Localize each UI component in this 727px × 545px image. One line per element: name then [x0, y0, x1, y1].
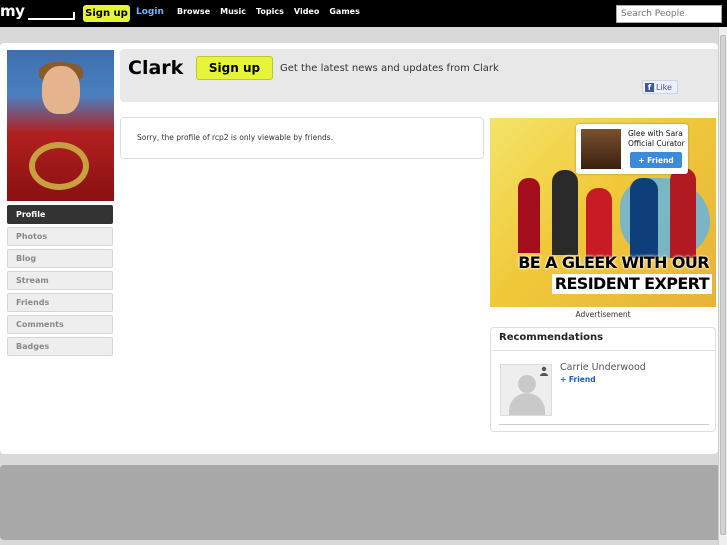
advertisement-banner[interactable]: Glee with Sara Official Curator + Friend… [490, 118, 716, 307]
profile-photo[interactable] [7, 50, 114, 201]
header-description: Get the latest news and updates from Cla… [280, 63, 499, 74]
nav-video[interactable]: Video [294, 7, 319, 16]
ad-person [518, 178, 540, 253]
top-navigation-bar: my Sign up Login Browse Music Topics Vid… [0, 0, 727, 27]
profile-name: Clark [128, 57, 184, 79]
nav-topics[interactable]: Topics [256, 7, 284, 16]
ad-curator-thumbnail [581, 129, 621, 169]
header-signup-button[interactable]: Sign up [196, 56, 273, 80]
notice-text: Sorry, the profile of rcp2 is only viewa… [137, 133, 334, 142]
private-profile-notice: Sorry, the profile of rcp2 is only viewa… [120, 117, 484, 159]
ad-person [670, 168, 696, 258]
like-label: Like [656, 82, 672, 92]
ad-curator-title: Glee with Sara Official Curator [628, 129, 685, 148]
top-signup-button[interactable]: Sign up [83, 5, 130, 22]
recommendations-divider [491, 350, 715, 351]
ad-person [552, 170, 578, 255]
person-icon [540, 366, 548, 376]
vertical-scrollbar[interactable] [718, 27, 727, 545]
sidebar-item-stream[interactable]: Stream [7, 271, 113, 290]
advertisement-label: Advertisement [575, 310, 631, 319]
ad-slogan: BE A GLEEK WITH OUR RESIDENT EXPERT [500, 253, 712, 295]
nav-music[interactable]: Music [220, 7, 246, 16]
ad-person [630, 178, 658, 258]
scrollbar-thumb[interactable] [720, 35, 726, 535]
bottom-gray-strip [0, 540, 727, 545]
recommendations-title: Recommendations [499, 332, 604, 343]
ad-curator-card: Glee with Sara Official Curator + Friend [576, 124, 688, 174]
profile-sidebar-nav: Profile Photos Blog Stream Friends Comme… [7, 205, 113, 359]
ad-person [586, 188, 612, 258]
page-footer [0, 465, 727, 540]
sidebar-item-friends[interactable]: Friends [7, 293, 113, 312]
recommendation-name[interactable]: Carrie Underwood [560, 362, 646, 373]
facebook-like-button[interactable]: f Like [642, 80, 678, 94]
logo-tick [73, 12, 75, 20]
recommendation-friend-link[interactable]: + Friend [560, 375, 596, 384]
ad-slogan-line1: BE A GLEEK WITH OUR [518, 253, 709, 272]
nav-games[interactable]: Games [329, 7, 360, 16]
logo-underline [28, 18, 75, 20]
ad-friend-button[interactable]: + Friend [630, 152, 682, 168]
ad-slogan-line2: RESIDENT EXPERT [551, 274, 712, 294]
sidebar-item-blog[interactable]: Blog [7, 249, 113, 268]
sidebar-item-badges[interactable]: Badges [7, 337, 113, 356]
sidebar-item-profile[interactable]: Profile [7, 205, 113, 224]
recommendations-box: Recommendations Carrie Underwood + Frien… [490, 327, 716, 432]
top-gray-strip [0, 27, 727, 43]
sidebar-item-photos[interactable]: Photos [7, 227, 113, 246]
photo-face [42, 66, 80, 114]
recommendation-bottom-divider [499, 424, 709, 425]
search-people-input[interactable] [616, 5, 722, 23]
avatar-head [518, 375, 536, 393]
main-panel: Profile Photos Blog Stream Friends Comme… [0, 43, 718, 454]
nav-browse[interactable]: Browse [177, 7, 210, 16]
photo-horn [29, 142, 89, 190]
facebook-icon: f [645, 82, 654, 92]
profile-header: Clark Sign up Get the latest news and up… [120, 49, 718, 102]
sidebar-item-comments[interactable]: Comments [7, 315, 113, 334]
top-login-link[interactable]: Login [136, 7, 164, 17]
avatar-body [509, 393, 545, 415]
site-logo[interactable]: my [0, 2, 25, 20]
top-nav-links: Browse Music Topics Video Games [177, 7, 370, 16]
